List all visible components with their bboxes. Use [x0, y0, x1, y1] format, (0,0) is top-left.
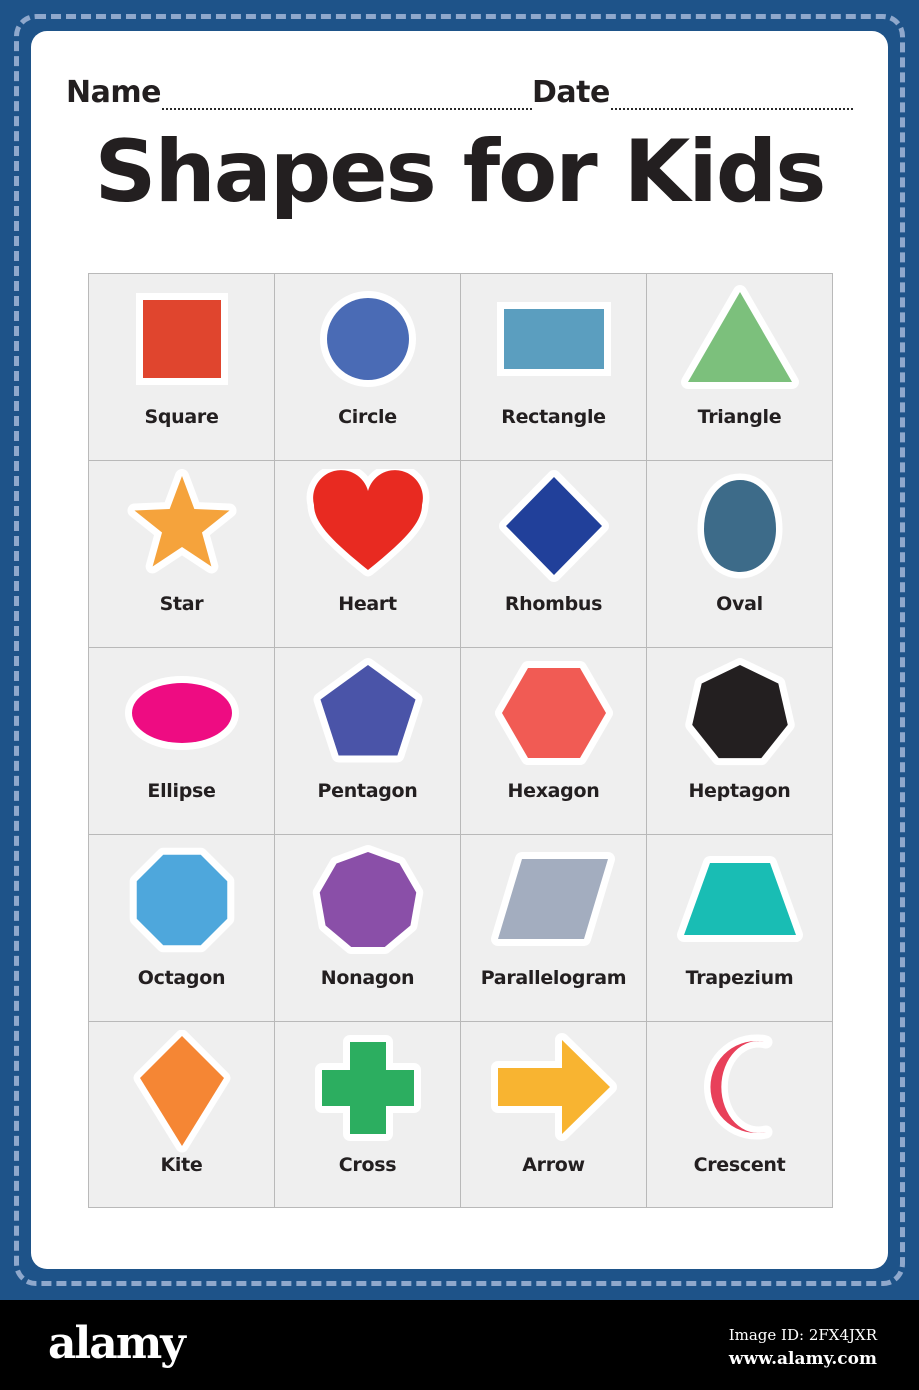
shape-label: Cross [338, 1154, 397, 1176]
trapezium-shape-icon [674, 843, 806, 969]
octagon-shape-icon [116, 843, 248, 969]
shape-cell[interactable]: Parallelogram [461, 835, 647, 1022]
shape-cell[interactable]: Cross [275, 1022, 461, 1208]
shape-label: Square [144, 406, 219, 428]
worksheet-card: Name Date Shapes for Kids Square Circle Re… [31, 31, 888, 1269]
shape-cell[interactable]: Circle [275, 274, 461, 461]
name-label: Name [66, 75, 161, 110]
rectangle-shape-icon [488, 282, 620, 408]
shape-label: Crescent [693, 1154, 786, 1176]
shape-cell[interactable]: Rhombus [461, 461, 647, 648]
shape-label: Star [159, 593, 204, 615]
shapes-grid: Square Circle Rectangle Triangle Star Heart Rh… [88, 273, 833, 1208]
pentagon-shape-icon [302, 656, 434, 782]
shape-cell[interactable]: Arrow [461, 1022, 647, 1208]
shape-cell[interactable]: Octagon [89, 835, 275, 1022]
alamy-url-text: www.alamy.com [728, 1348, 877, 1369]
alamy-watermark-bar: alamy Image ID: 2FX4JXR www.alamy.com [0, 1300, 919, 1390]
shape-label: Heptagon [688, 780, 791, 802]
heptagon-shape-icon [674, 656, 806, 782]
shape-cell[interactable]: Oval [647, 461, 833, 648]
shape-cell[interactable]: Square [89, 274, 275, 461]
shape-label: Ellipse [147, 780, 216, 802]
shape-label: Triangle [697, 406, 782, 428]
crescent-shape-icon [674, 1030, 806, 1156]
worksheet-poster: Name Date Shapes for Kids Square Circle Re… [0, 0, 919, 1300]
shape-cell[interactable]: Nonagon [275, 835, 461, 1022]
cross-shape-icon [302, 1030, 434, 1156]
shape-label: Oval [716, 593, 763, 615]
shape-label: Circle [338, 406, 397, 428]
shape-label: Heart [338, 593, 397, 615]
triangle-shape-icon [674, 282, 806, 408]
shape-cell[interactable]: Ellipse [89, 648, 275, 835]
shape-label: Rhombus [504, 593, 603, 615]
date-label: Date [532, 75, 610, 110]
shape-cell[interactable]: Crescent [647, 1022, 833, 1208]
star-shape-icon [116, 469, 248, 595]
rhombus-shape-icon [488, 469, 620, 595]
nonagon-shape-icon [302, 843, 434, 969]
page-title: Shapes for Kids [94, 122, 827, 222]
footer-meta: Image ID: 2FX4JXR www.alamy.com [729, 1324, 877, 1372]
shape-label: Parallelogram [480, 967, 627, 989]
alamy-logo: alamy [48, 1318, 186, 1369]
square-shape-icon [116, 282, 248, 408]
shape-label: Hexagon [507, 780, 600, 802]
parallelogram-shape-icon [488, 843, 620, 969]
shape-cell[interactable]: Pentagon [275, 648, 461, 835]
shape-label: Rectangle [501, 406, 606, 428]
kite-shape-icon [116, 1030, 248, 1156]
hexagon-shape-icon [488, 656, 620, 782]
oval-shape-icon [674, 469, 806, 595]
shape-label: Pentagon [317, 780, 418, 802]
shape-label: Kite [160, 1154, 203, 1176]
image-id-text: Image ID: 2FX4JXR [728, 1326, 877, 1344]
shape-cell[interactable]: Triangle [647, 274, 833, 461]
shape-cell[interactable]: Heptagon [647, 648, 833, 835]
shape-cell[interactable]: Star [89, 461, 275, 648]
shape-label: Arrow [522, 1154, 585, 1176]
circle-shape-icon [302, 282, 434, 408]
shape-cell[interactable]: Kite [89, 1022, 275, 1208]
arrow-shape-icon [488, 1030, 620, 1156]
shape-cell[interactable]: Heart [275, 461, 461, 648]
name-field-group: Name [66, 66, 532, 110]
date-write-line[interactable] [610, 96, 853, 110]
shape-label: Trapezium [685, 967, 794, 989]
shape-label: Nonagon [320, 967, 415, 989]
heart-shape-icon [302, 469, 434, 595]
date-field-group: Date [532, 66, 853, 110]
shape-cell[interactable]: Hexagon [461, 648, 647, 835]
ellipse-shape-icon [116, 656, 248, 782]
name-write-line[interactable] [161, 96, 532, 110]
shape-label: Octagon [137, 967, 226, 989]
shape-cell[interactable]: Trapezium [647, 835, 833, 1022]
name-date-row: Name Date [66, 66, 853, 110]
shape-cell[interactable]: Rectangle [461, 274, 647, 461]
